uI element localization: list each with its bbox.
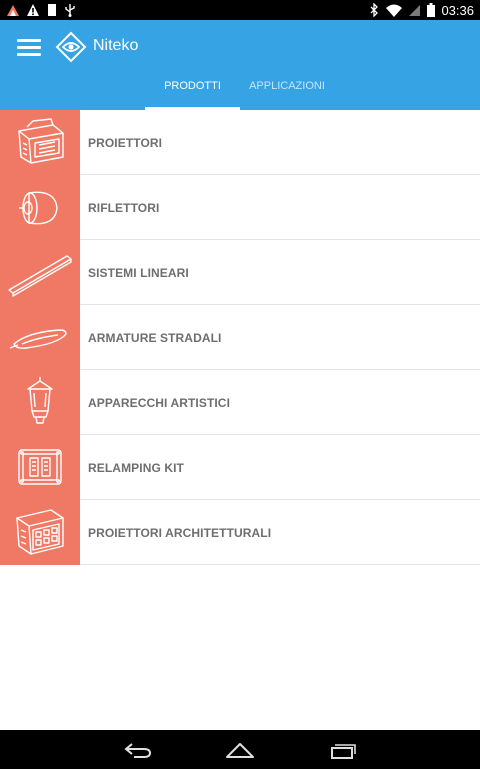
list-item-label: APPARECCHI ARTISTICI	[88, 396, 231, 410]
menu-button[interactable]	[17, 36, 43, 58]
warning-icon	[27, 4, 39, 16]
list-item-label: RELAMPING KIT	[88, 461, 184, 475]
app-title: Niteko	[93, 37, 139, 54]
tab-bar: PRODOTTI APPLICAZIONI	[0, 72, 480, 110]
home-button[interactable]	[220, 736, 260, 764]
product-thumbnail	[0, 500, 80, 565]
tab-prodotti[interactable]: PRODOTTI	[145, 72, 240, 110]
home-icon	[226, 743, 254, 758]
product-thumbnail	[0, 435, 80, 500]
relamping-kit-icon	[18, 448, 62, 485]
list-item-sistemi-lineari[interactable]: SISTEMI LINEARI	[0, 240, 480, 305]
system-nav-bar	[0, 730, 480, 769]
product-list: PROIETTORI RIFLETTORI SISTEMI LINEARI AR…	[0, 110, 480, 565]
wifi-icon	[386, 4, 403, 17]
list-item-riflettori[interactable]: RIFLETTORI	[0, 175, 480, 240]
lantern-icon	[27, 376, 53, 424]
recent-apps-icon	[331, 744, 356, 759]
hamburger-icon	[17, 39, 43, 56]
street-light-icon	[9, 328, 67, 349]
floodlight-icon	[18, 117, 64, 164]
linear-light-icon	[8, 254, 72, 297]
architectural-floodlight-icon	[16, 508, 64, 555]
tab-applicazioni[interactable]: APPLICAZIONI	[240, 72, 334, 110]
list-item-label: ARMATURE STRADALI	[88, 331, 222, 345]
status-bar: 03:36	[0, 0, 480, 20]
back-icon	[124, 743, 152, 758]
list-item-label: PROIETTORI ARCHITETTURALI	[88, 526, 272, 540]
product-thumbnail	[0, 175, 80, 240]
system-icons: 03:36	[368, 2, 474, 18]
signal-icon	[409, 4, 421, 16]
list-item-label: SISTEMI LINEARI	[88, 266, 189, 280]
list-item-label: RIFLETTORI	[88, 201, 160, 215]
back-button[interactable]	[118, 736, 158, 764]
sd-card-icon	[48, 4, 56, 16]
list-item-label: PROIETTORI	[88, 136, 163, 150]
list-item-armature-stradali[interactable]: ARMATURE STRADALI	[0, 305, 480, 370]
app-notification-icon	[7, 5, 19, 16]
reflector-icon	[19, 191, 58, 224]
list-item-proiettori[interactable]: PROIETTORI	[0, 110, 480, 175]
list-item-apparecchi-artistici[interactable]: APPARECCHI ARTISTICI	[0, 370, 480, 435]
product-thumbnail	[0, 305, 80, 370]
battery-icon	[427, 3, 436, 17]
notification-icons	[6, 2, 76, 18]
app-bar: Niteko PRODOTTI APPLICAZIONI	[0, 20, 480, 110]
niteko-logo-icon	[55, 31, 87, 63]
bluetooth-icon	[370, 3, 379, 17]
product-thumbnail	[0, 370, 80, 435]
usb-icon	[65, 4, 75, 17]
recent-apps-button[interactable]	[322, 736, 362, 764]
clock: 03:36	[441, 2, 474, 18]
product-thumbnail	[0, 240, 80, 305]
product-thumbnail	[0, 110, 80, 175]
list-item-relamping-kit[interactable]: RELAMPING KIT	[0, 435, 480, 500]
list-item-proiettori-architetturali[interactable]: PROIETTORI ARCHITETTURALI	[0, 500, 480, 565]
